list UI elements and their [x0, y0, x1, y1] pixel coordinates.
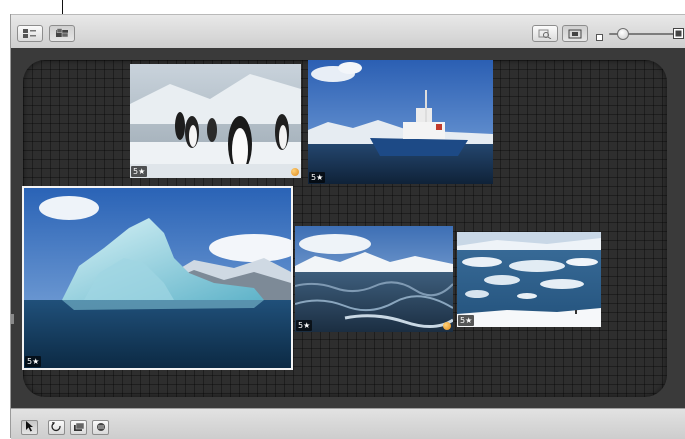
toolbar [11, 14, 685, 49]
flag-badge-icon [291, 168, 299, 176]
rating-badge: 5★ [131, 166, 148, 177]
select-tool-button[interactable] [21, 420, 38, 435]
select-arrow-icon [25, 419, 34, 437]
rating-badge: 5★ [458, 315, 475, 326]
lift-tool-button[interactable] [92, 420, 109, 435]
stormy-sea-image [295, 226, 453, 332]
stack-tool-button[interactable] [70, 420, 87, 435]
zoom-to-fit-icon [538, 29, 552, 39]
rating-badge: 5★ [296, 320, 313, 331]
bottom-toolbar [11, 408, 685, 439]
zoom-slider-knob[interactable] [617, 28, 629, 40]
canvas-area: 5★ 5★ 5★ 5★ 5★ [11, 48, 685, 408]
small-thumbnail-icon [596, 28, 603, 46]
rating-badge: 5★ [309, 172, 326, 183]
view-options-button[interactable] [17, 25, 43, 42]
photo-ship[interactable]: 5★ [308, 60, 493, 184]
show-all-icon [568, 29, 582, 39]
flag-badge-icon [443, 322, 451, 330]
rotate-tool-button[interactable] [48, 420, 65, 435]
lighttable-view-button[interactable] [49, 25, 75, 42]
large-thumbnail-icon [673, 26, 684, 44]
lighttable-icon [54, 28, 70, 39]
lift-icon [95, 419, 107, 437]
rotate-icon [51, 419, 62, 437]
stack-icon [73, 419, 85, 437]
photo-stormy-sea[interactable]: 5★ [295, 226, 453, 332]
resize-handle[interactable] [11, 314, 14, 324]
rating-badge: 5★ [25, 356, 42, 367]
penguins-image [130, 64, 301, 178]
photo-iceberg[interactable]: 5★ [22, 186, 293, 370]
view-options-icon [22, 28, 38, 39]
ice-floes-image [457, 232, 601, 327]
light-table[interactable]: 5★ 5★ 5★ 5★ 5★ [22, 60, 667, 397]
show-all-button[interactable] [562, 25, 588, 42]
photo-penguins[interactable]: 5★ [130, 64, 301, 178]
light-table-window: 5★ 5★ 5★ 5★ 5★ [10, 14, 685, 439]
callout-line [62, 0, 63, 14]
zoom-to-fit-button[interactable] [532, 25, 558, 42]
iceberg-image [24, 188, 291, 368]
ship-image [308, 60, 493, 184]
photo-ice-floes[interactable]: 5★ [457, 232, 601, 327]
